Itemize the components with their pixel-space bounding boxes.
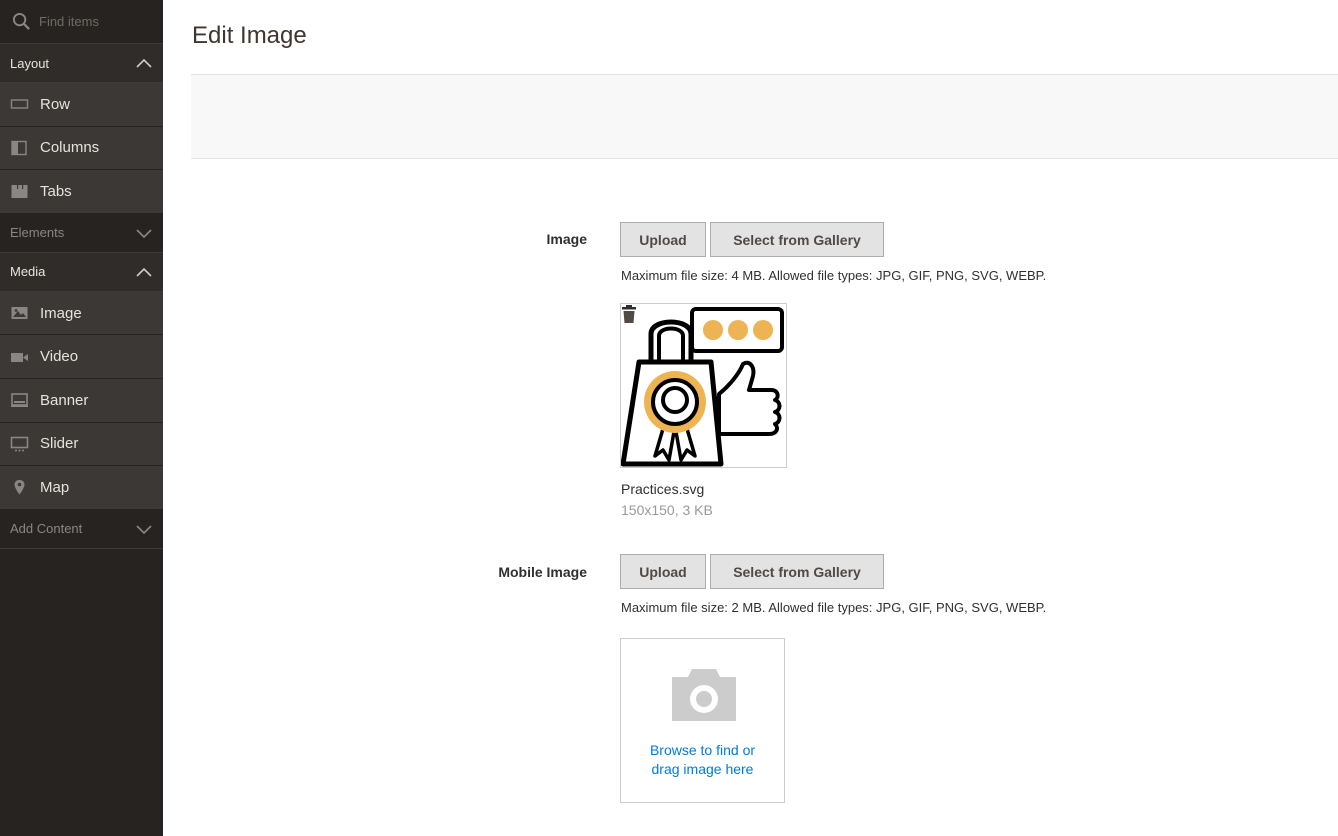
sidebar-item-slider[interactable]: Slider — [0, 422, 163, 467]
sidebar-item-label: Map — [40, 478, 70, 496]
chevron-up-icon — [136, 58, 152, 68]
columns-icon — [10, 140, 29, 156]
sidebar-item-tabs[interactable]: Tabs — [0, 170, 163, 214]
page-title: Edit Image — [192, 22, 307, 49]
sidebar-item-label: Banner — [40, 391, 89, 409]
sidebar-item-video[interactable]: Video — [0, 335, 163, 379]
image-field-note: Maximum file size: 4 MB. Allowed file ty… — [621, 268, 1047, 283]
search-input[interactable] — [39, 14, 149, 29]
sidebar-item-columns[interactable]: Columns — [0, 126, 163, 171]
sidebar-item-label: Row — [40, 95, 71, 113]
image-file-meta: 150x150, 3 KB — [621, 502, 713, 518]
mobile-image-dropzone[interactable]: Browse to find or drag image here — [620, 638, 785, 803]
sidebar-item-row[interactable]: Row — [0, 83, 163, 127]
search-icon — [12, 12, 30, 30]
row-icon — [10, 96, 29, 112]
mobile-image-field-label: Mobile Image — [498, 564, 587, 580]
search-bar — [0, 0, 163, 44]
sidebar-item-label: Tabs — [40, 182, 72, 200]
main-panel: Edit Image Image Upload Select from Gall… — [163, 0, 1338, 836]
sidebar-item-label: Video — [40, 348, 79, 366]
image-select-gallery-button[interactable]: Select from Gallery — [710, 222, 884, 257]
image-file-name: Practices.svg — [621, 481, 705, 497]
trash-icon[interactable] — [621, 304, 637, 324]
image-field-label: Image — [546, 231, 587, 247]
mobile-image-field-note: Maximum file size: 2 MB. Allowed file ty… — [621, 600, 1047, 615]
image-preview[interactable] — [620, 303, 787, 468]
sidebar-item-banner[interactable]: Banner — [0, 378, 163, 423]
tabs-icon — [10, 183, 29, 199]
chevron-up-icon — [136, 267, 152, 277]
chevron-down-icon — [136, 525, 152, 534]
group-elements-header[interactable]: Elements — [0, 213, 163, 253]
dropzone-link[interactable]: Browse to find or drag image here — [621, 741, 784, 779]
banner-icon — [10, 392, 29, 408]
sidebar-item-image[interactable]: Image — [0, 291, 163, 336]
group-media-header[interactable]: Media — [0, 252, 163, 292]
slider-icon — [10, 436, 29, 452]
image-upload-button[interactable]: Upload — [620, 222, 706, 257]
mobile-image-select-gallery-button[interactable]: Select from Gallery — [710, 554, 884, 589]
chevron-down-icon — [136, 229, 152, 238]
dropzone-text-line1: Browse to find or — [649, 742, 756, 758]
dropzone-text-line2: drag image here — [651, 761, 754, 777]
group-label: Add Content — [10, 521, 83, 537]
sidebar-item-label: Columns — [40, 139, 100, 157]
camera-icon — [672, 669, 736, 721]
sidebar-item-label: Image — [40, 304, 82, 322]
map-pin-icon — [10, 479, 29, 495]
group-layout-header[interactable]: Layout — [0, 44, 163, 83]
group-add-content-header[interactable]: Add Content — [0, 509, 163, 549]
image-icon — [10, 305, 29, 321]
sidebar-item-label: Slider — [40, 435, 79, 453]
group-label: Elements — [10, 225, 65, 241]
mobile-image-upload-button[interactable]: Upload — [620, 554, 706, 589]
group-label: Media — [10, 264, 46, 280]
sidebar: Layout Row Columns Tabs Elements Media I… — [0, 0, 163, 836]
group-label: Layout — [10, 55, 50, 71]
practices-illustration — [621, 307, 784, 467]
video-icon — [10, 349, 29, 365]
actions-toolbar — [191, 74, 1338, 159]
sidebar-item-map[interactable]: Map — [0, 466, 163, 510]
